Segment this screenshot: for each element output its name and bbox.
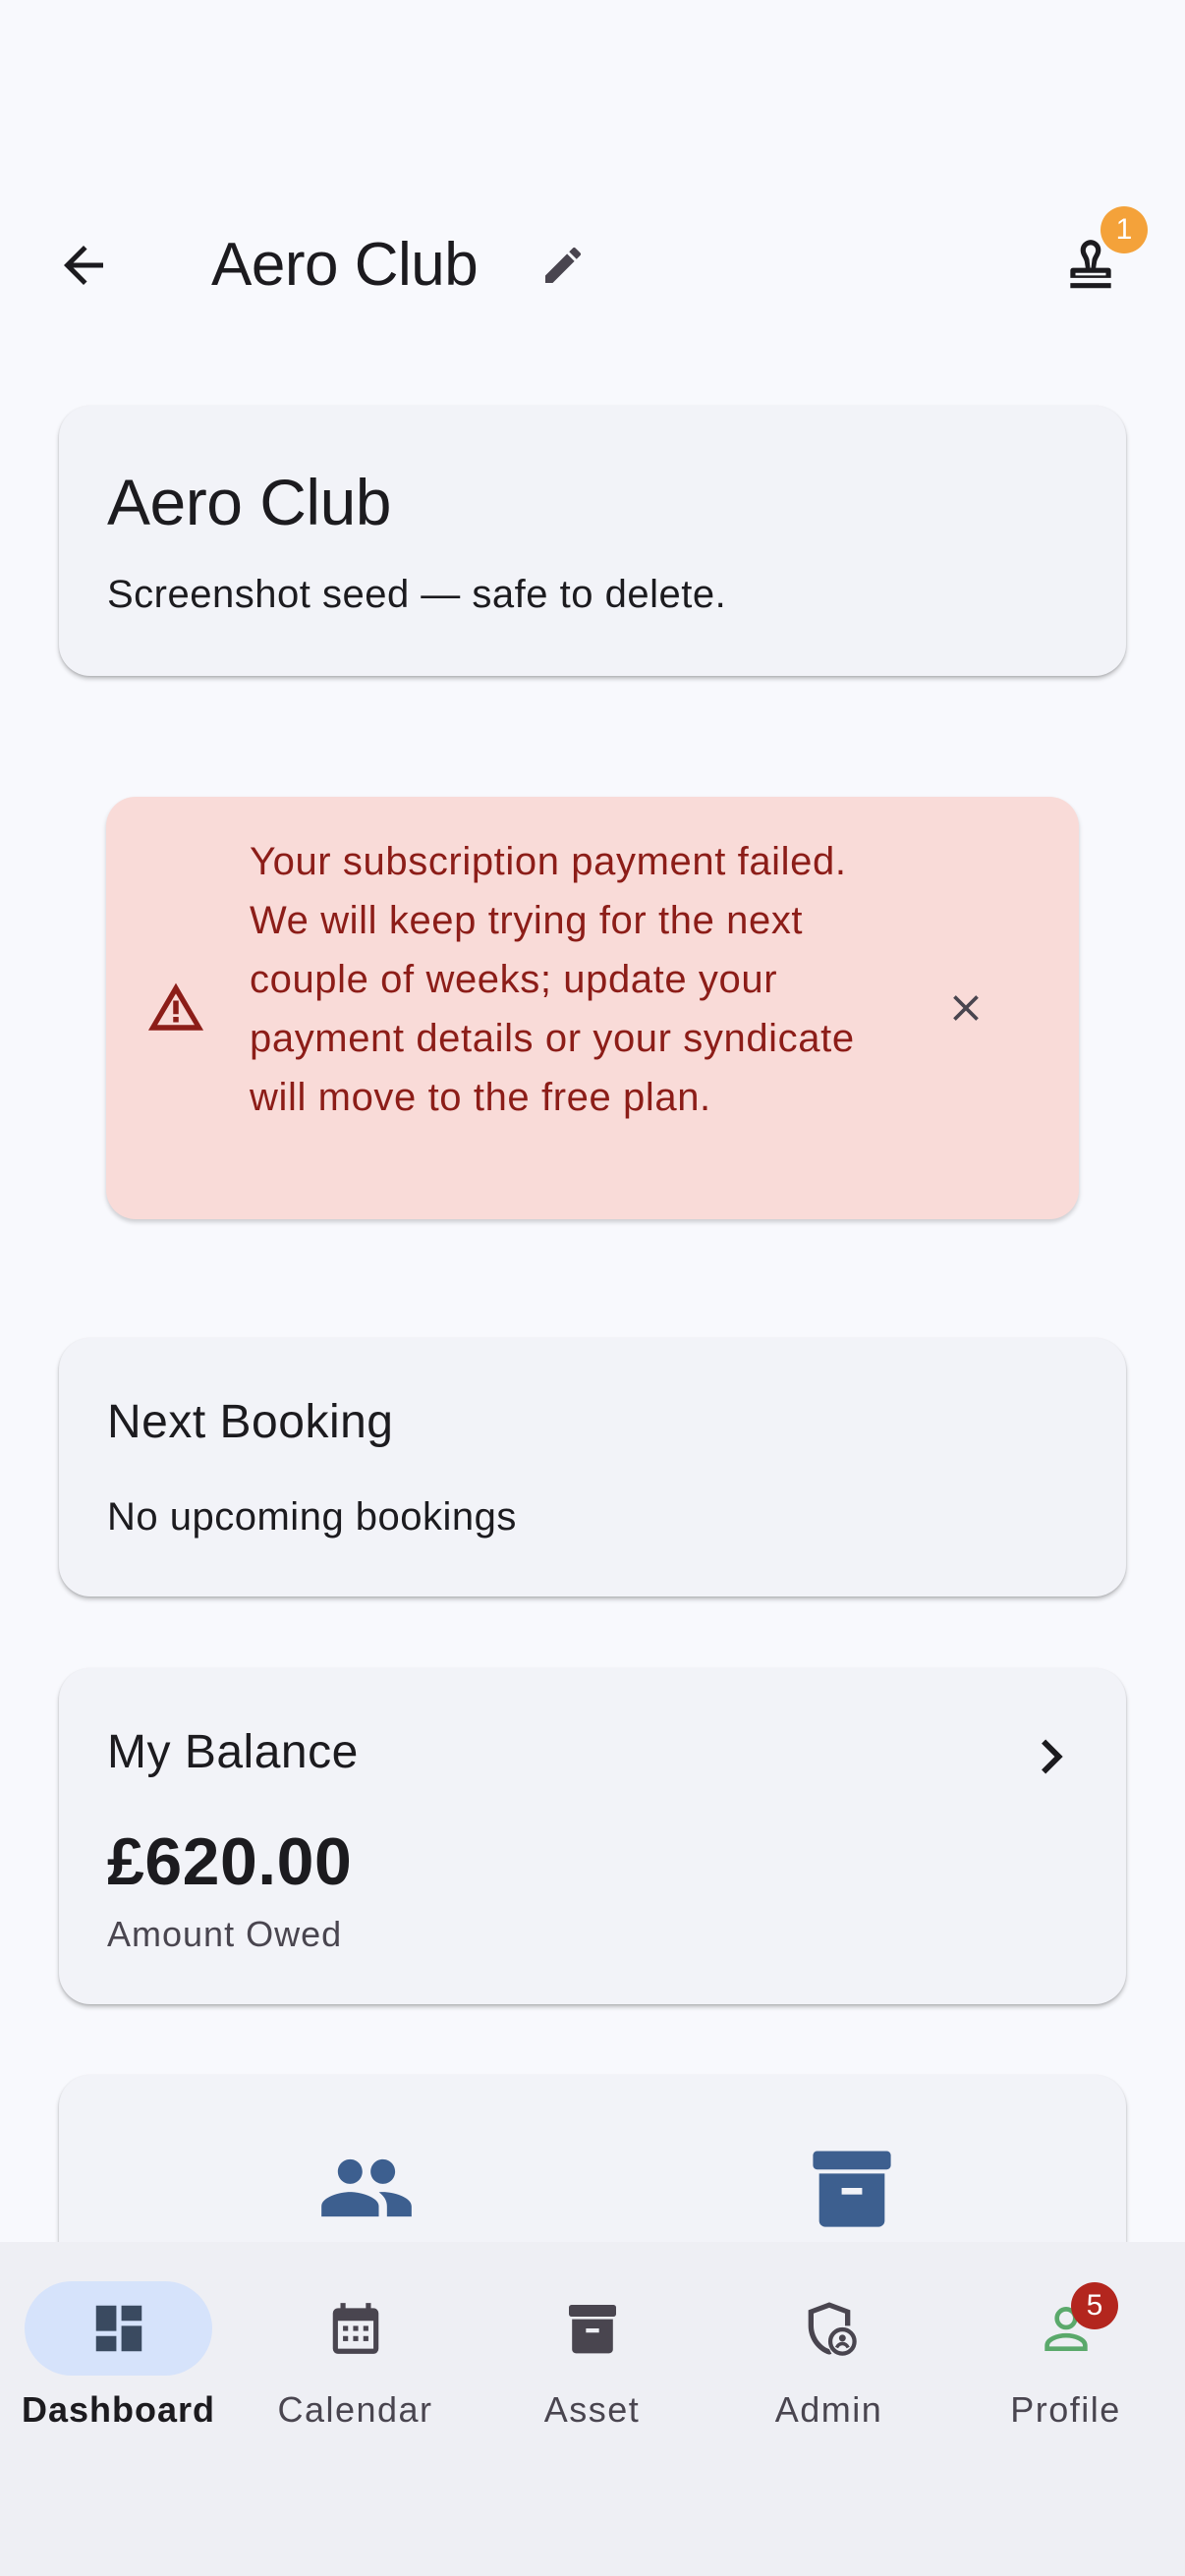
- edit-title-button[interactable]: [526, 226, 599, 305]
- nav-calendar-indicator: [261, 2281, 449, 2376]
- chevron-right-icon: [1042, 1739, 1063, 1774]
- syndicate-header-card: Aero Club Screenshot seed — safe to dele…: [59, 406, 1126, 676]
- admin-shield-icon: [808, 2302, 857, 2356]
- nav-asset[interactable]: Asset: [474, 2242, 710, 2458]
- arrow-back-icon: [64, 246, 103, 285]
- notification-badge: 1: [1100, 206, 1148, 253]
- warning-icon: [147, 982, 204, 1031]
- nav-profile-label: Profile: [1010, 2389, 1121, 2430]
- next-booking-status: No upcoming bookings: [107, 1495, 517, 1539]
- app-bar: Aero Club: [0, 196, 1185, 334]
- nav-profile[interactable]: Profile: [947, 2242, 1184, 2458]
- syndicate-name: Aero Club: [107, 466, 392, 538]
- next-booking-title: Next Booking: [107, 1396, 394, 1448]
- nav-dashboard[interactable]: Dashboard: [0, 2242, 237, 2458]
- nav-calendar-label: Calendar: [277, 2389, 433, 2430]
- asset-shortcut[interactable]: [798, 2134, 906, 2242]
- page-title: Aero Club: [211, 231, 479, 299]
- nav-calendar[interactable]: Calendar: [237, 2242, 474, 2458]
- bottom-navigation: Dashboard Calendar Asset Admin Profile: [0, 2242, 1185, 2576]
- balance-card[interactable]: My Balance £620.00 Amount Owed: [59, 1668, 1126, 2004]
- next-booking-card[interactable]: Next Booking No upcoming bookings: [59, 1338, 1126, 1596]
- balance-amount: £620.00: [107, 1824, 353, 1899]
- calendar-icon: [332, 2303, 378, 2354]
- alert-message: Your subscription payment failed. We wil…: [250, 840, 855, 1119]
- nav-admin-label: Admin: [774, 2389, 883, 2430]
- back-button[interactable]: [39, 226, 128, 305]
- nav-asset-indicator: [498, 2281, 686, 2376]
- nav-asset-label: Asset: [543, 2389, 641, 2430]
- balance-label: Amount Owed: [107, 1914, 343, 1954]
- payment-failed-banner: Your subscription payment failed. We wil…: [106, 797, 1079, 1219]
- dismiss-alert-button[interactable]: [931, 974, 1000, 1042]
- nav-dashboard-indicator: [25, 2281, 212, 2376]
- pencil-icon: [544, 247, 581, 283]
- close-icon: [953, 995, 979, 1021]
- archive-icon: [568, 2305, 616, 2354]
- archive-icon: [813, 2151, 891, 2227]
- members-shortcut[interactable]: [312, 2134, 421, 2242]
- nav-admin-indicator: [735, 2281, 923, 2376]
- nav-profile-indicator: [972, 2281, 1159, 2376]
- nav-admin[interactable]: Admin: [710, 2242, 947, 2458]
- balance-title: My Balance: [107, 1726, 359, 1778]
- group-icon: [321, 2158, 412, 2217]
- dashboard-icon: [95, 2305, 141, 2352]
- nav-dashboard-label: Dashboard: [21, 2389, 216, 2430]
- profile-notification-badge: 5: [1071, 2282, 1118, 2329]
- syndicate-description: Screenshot seed — safe to delete.: [107, 573, 727, 616]
